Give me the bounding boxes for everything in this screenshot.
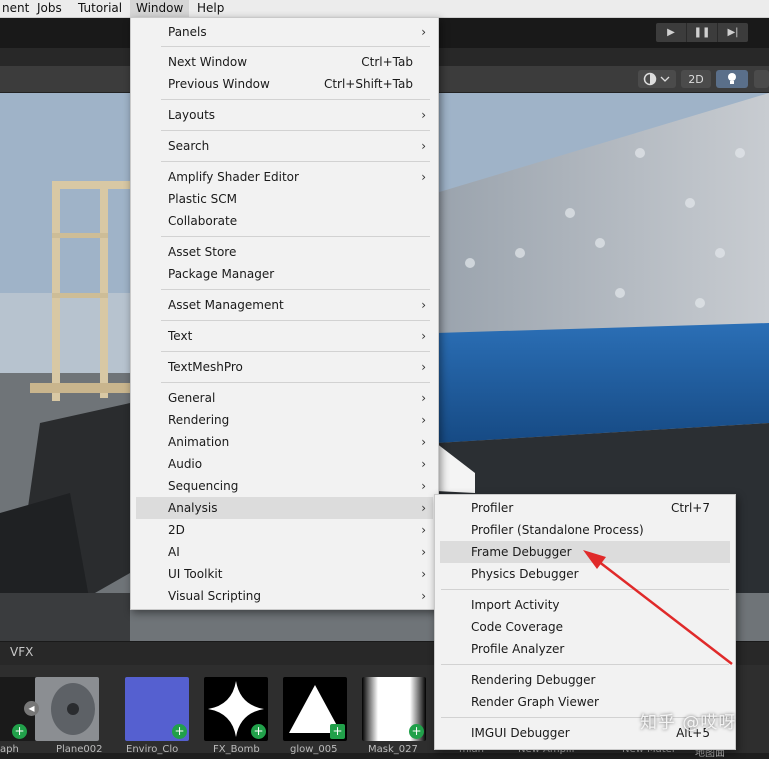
watermark: 知乎 @哎呀 <box>640 713 737 733</box>
annotation-arrow <box>583 550 733 665</box>
